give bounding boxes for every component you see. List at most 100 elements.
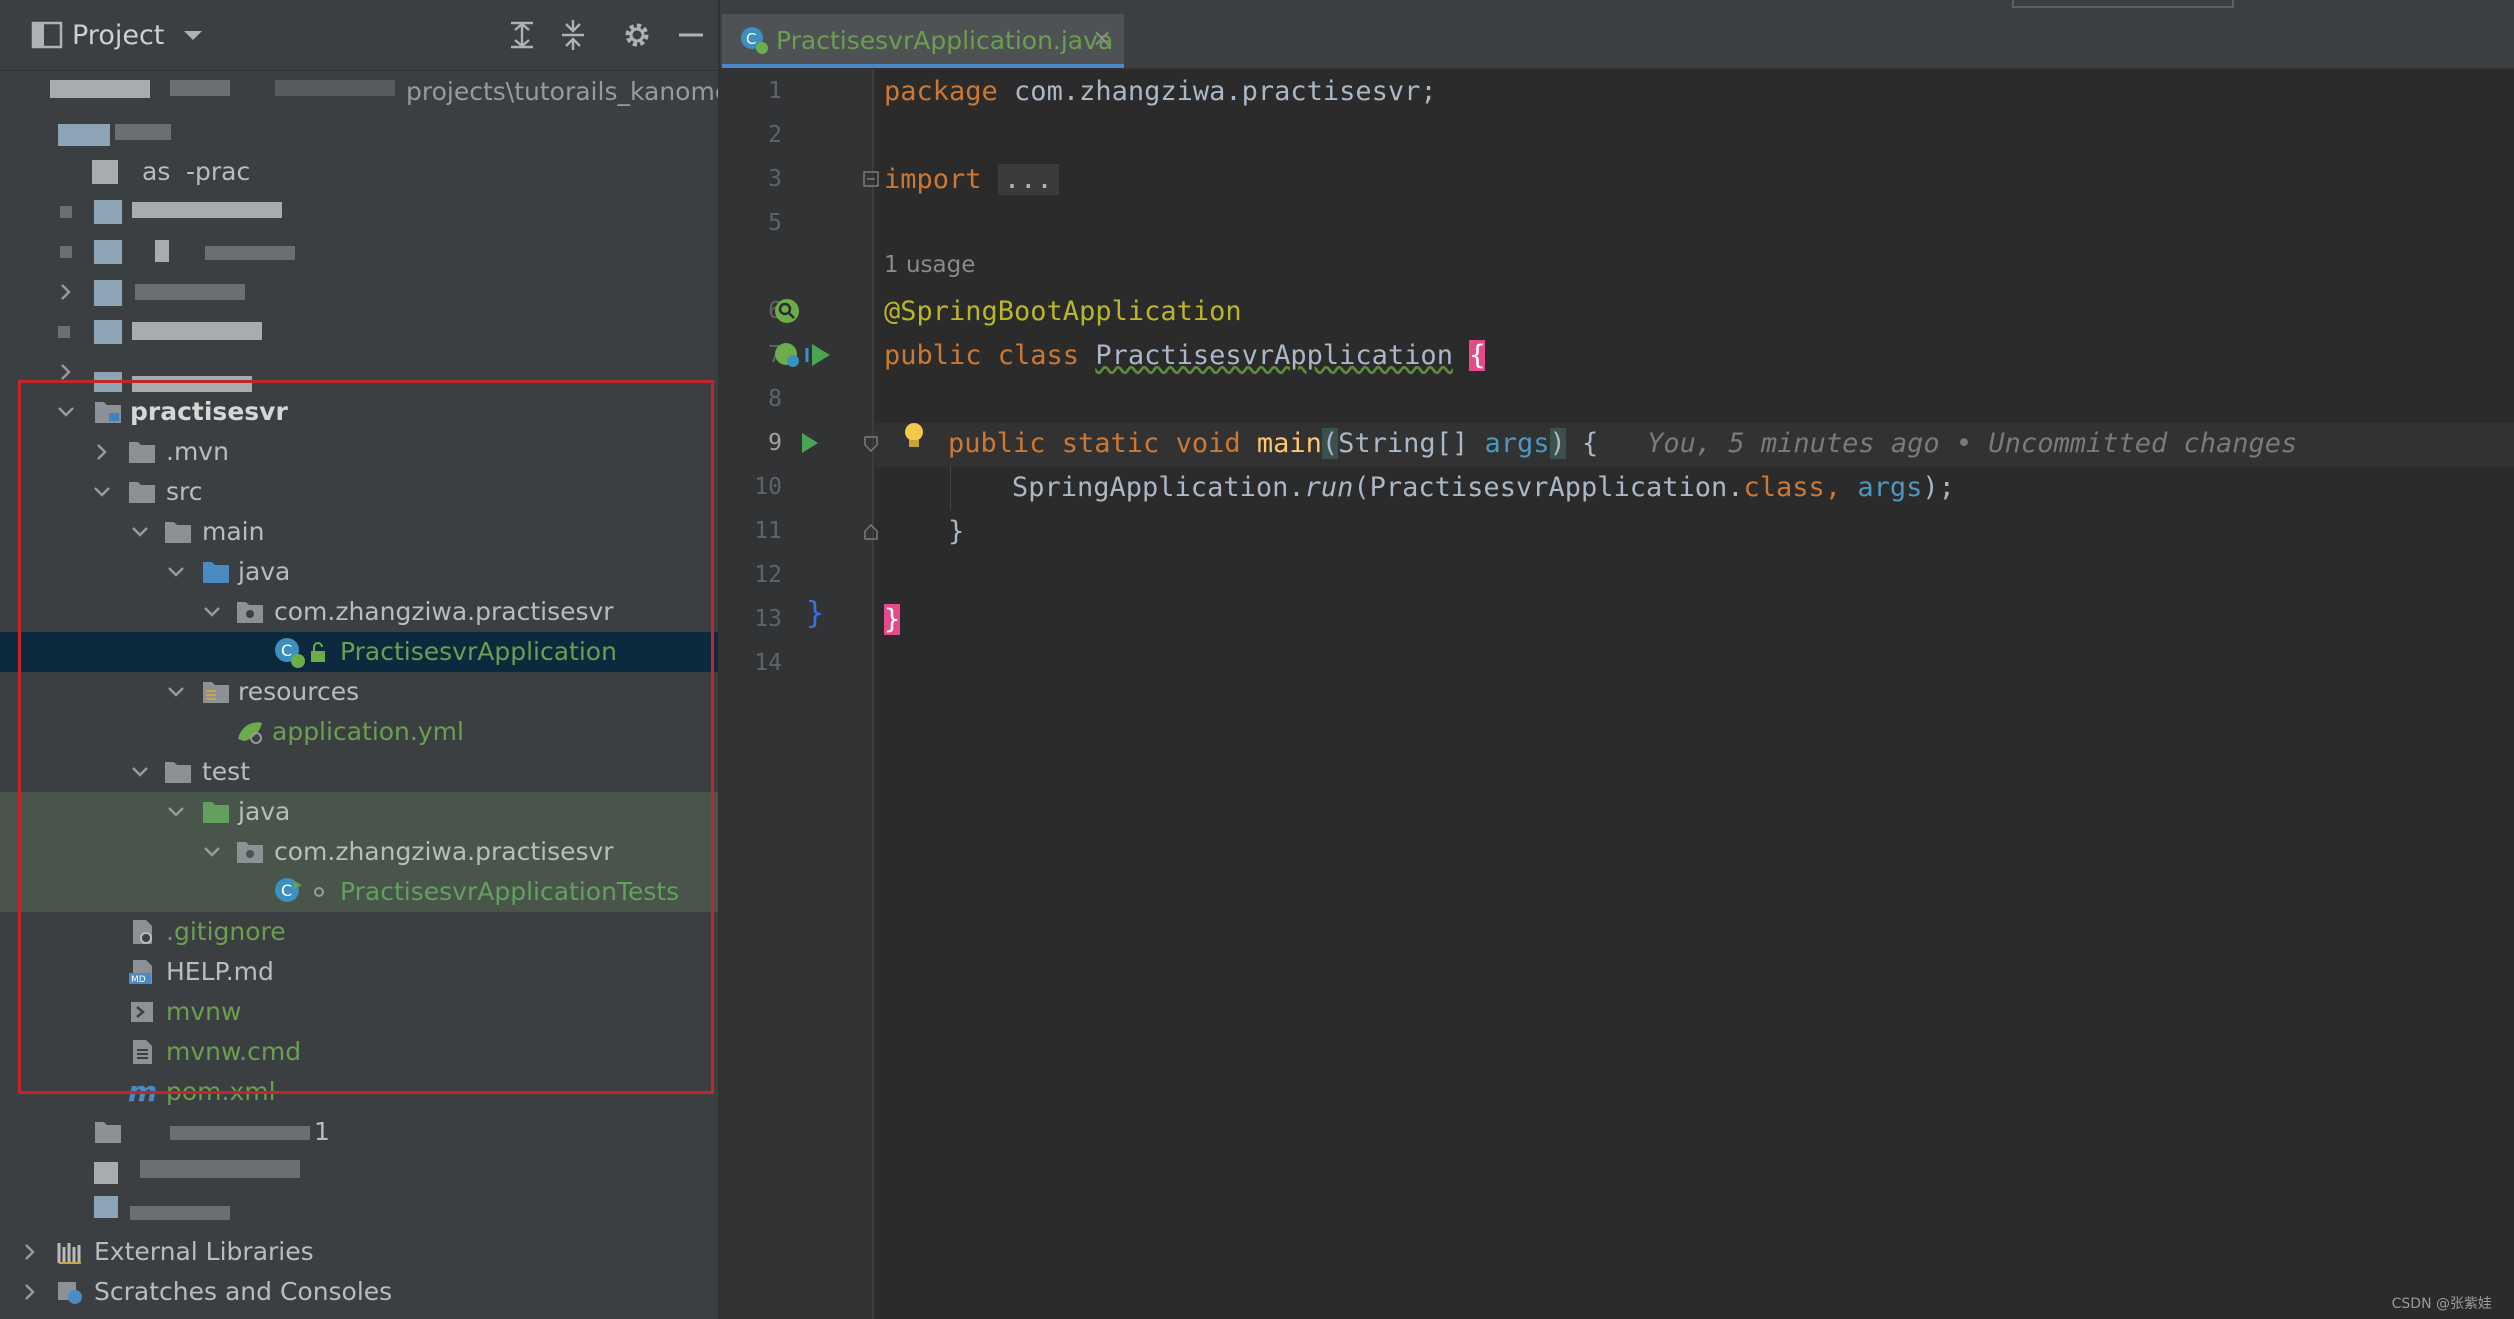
tree-row-mvnw[interactable]: mvnw xyxy=(0,992,718,1032)
redacted-text xyxy=(132,202,282,218)
run-icon[interactable] xyxy=(794,428,824,458)
tree-row-blurred-prac[interactable]: as -prac xyxy=(0,152,718,192)
run-icon[interactable] xyxy=(804,340,834,370)
libraries-icon xyxy=(57,1243,81,1264)
test-class-icon: C xyxy=(275,878,302,902)
chevron-down-icon[interactable] xyxy=(128,760,152,784)
tree-row-blurred[interactable]: 1 xyxy=(0,1112,718,1152)
project-tool-window: Project projects\tutorails_kanomok as -p… xyxy=(0,0,720,1319)
lock-icon xyxy=(311,642,325,662)
code-line-6[interactable]: @SpringBootApplication xyxy=(884,290,1242,334)
hide-panel-icon[interactable] xyxy=(674,18,708,52)
fold-icon[interactable] xyxy=(862,522,882,542)
editor-tab[interactable]: C PractisesvrApplication.java × xyxy=(722,14,1124,68)
fold-icon[interactable] xyxy=(862,434,882,454)
tree-row-mvnw-cmd[interactable]: mvnw.cmd xyxy=(0,1032,718,1072)
tree-row-mvn[interactable]: .mvn xyxy=(0,432,718,472)
tree-row-blurred[interactable] xyxy=(0,312,718,352)
code-line-3[interactable]: import ... xyxy=(884,158,1059,202)
tree-row-blurred[interactable] xyxy=(0,232,718,272)
tree-row-help-md[interactable]: MD HELP.md xyxy=(0,952,718,992)
folder-icon xyxy=(129,442,155,463)
chevron-down-icon[interactable] xyxy=(164,680,188,704)
tree-row-blurred[interactable] xyxy=(0,1152,718,1192)
spring-bean-icon[interactable] xyxy=(772,296,802,326)
code-line-7[interactable]: public class PractisesvrApplication { xyxy=(884,334,1486,378)
panel-title[interactable]: Project xyxy=(72,20,164,51)
project-panel-header: Project xyxy=(0,0,718,71)
tree-row-root[interactable]: projects\tutorails_kanomok xyxy=(0,72,718,112)
tree-row-blurred[interactable] xyxy=(0,112,718,152)
tree-row-resources[interactable]: resources xyxy=(0,672,718,712)
tree-label: .mvn xyxy=(166,437,229,466)
chevron-down-icon[interactable] xyxy=(164,560,188,584)
code-line-10[interactable]: SpringApplication.run(PractisesvrApplica… xyxy=(1012,466,1955,510)
package-name: com.zhangziwa.practisesvr; xyxy=(997,76,1437,107)
redacted-icon xyxy=(94,1196,118,1218)
tree-row-src[interactable]: src xyxy=(0,472,718,512)
tree-row-test-java[interactable]: java xyxy=(0,792,718,832)
tree-row-practisesvr[interactable]: practisesvr xyxy=(0,392,718,432)
class-ref: (PractisesvrApplication. xyxy=(1353,472,1744,503)
tree-row-gitignore[interactable]: .gitignore xyxy=(0,912,718,952)
chevron-right-icon[interactable] xyxy=(18,1280,42,1304)
tree-row-java[interactable]: java xyxy=(0,552,718,592)
tree-row-scratches[interactable]: Scratches and Consoles xyxy=(0,1272,718,1312)
ignore-file-icon xyxy=(133,920,152,944)
chevron-down-icon[interactable] xyxy=(200,600,224,624)
toolbar-widget[interactable] xyxy=(2012,0,2234,8)
chevron-down-icon[interactable] xyxy=(90,480,114,504)
fold-icon[interactable] xyxy=(862,170,882,190)
project-view-icon[interactable] xyxy=(30,18,64,52)
chevron-right-icon[interactable] xyxy=(54,360,78,384)
gear-icon[interactable] xyxy=(620,18,654,52)
code-line-11[interactable]: } xyxy=(948,510,964,554)
tree-row-main[interactable]: main xyxy=(0,512,718,552)
spring-boot-class-icon: C xyxy=(275,638,305,668)
redacted-label: -prac xyxy=(186,157,251,186)
tree-row-blurred[interactable] xyxy=(0,1192,718,1232)
chevron-right-icon[interactable] xyxy=(54,280,78,304)
code-editor[interactable]: C PractisesvrApplication.java × 1 2 3 5 … xyxy=(720,0,2514,1319)
line-number: 3 xyxy=(768,166,782,192)
chevron-right-icon[interactable] xyxy=(90,440,114,464)
tree-row-blurred[interactable] xyxy=(0,192,718,232)
lightbulb-icon[interactable] xyxy=(900,420,928,452)
svg-text:C: C xyxy=(746,30,756,48)
redacted-text xyxy=(140,1160,300,1178)
tree-label: java xyxy=(238,797,291,826)
chevron-down-icon[interactable] xyxy=(200,840,224,864)
tree-row-application-yml[interactable]: application.yml xyxy=(0,712,718,752)
tree-row-blurred[interactable] xyxy=(0,352,718,392)
package-icon xyxy=(237,602,263,623)
chevron-down-icon[interactable] xyxy=(54,400,78,424)
tree-row-test[interactable]: test xyxy=(0,752,718,792)
code-line-13[interactable]: } xyxy=(884,598,901,642)
code-line-9[interactable]: public static void main(String[] args) {… xyxy=(948,422,2297,466)
folded-imports[interactable]: ... xyxy=(997,164,1059,195)
line-number: 13 xyxy=(754,606,782,632)
shell-script-icon xyxy=(131,1002,153,1022)
code-line-1[interactable]: package com.zhangziwa.practisesvr; xyxy=(884,70,1437,114)
chevron-right-icon[interactable] xyxy=(18,1240,42,1264)
redacted-text xyxy=(170,80,230,96)
tree-row-pom-xml[interactable]: m pom.xml xyxy=(0,1072,718,1112)
close-icon[interactable]: × xyxy=(1092,24,1112,52)
usage-hint[interactable]: 1 usage xyxy=(884,252,975,278)
redacted-icon xyxy=(60,246,72,258)
redacted-text xyxy=(132,322,262,340)
redacted-text xyxy=(130,1206,230,1220)
tree-row-test-class[interactable]: C PractisesvrApplicationTests xyxy=(0,872,718,912)
chevron-down-icon[interactable] xyxy=(176,18,210,52)
expand-all-icon[interactable] xyxy=(505,18,539,52)
chevron-down-icon[interactable] xyxy=(164,800,188,824)
collapse-all-icon[interactable] xyxy=(556,18,590,52)
tree-row-blurred[interactable] xyxy=(0,272,718,312)
tree-row-test-package[interactable]: com.zhangziwa.practisesvr xyxy=(0,832,718,872)
watermark: CSDN @张紫娃 xyxy=(2391,1296,2492,1312)
chevron-down-icon[interactable] xyxy=(128,520,152,544)
tree-row-external-libraries[interactable]: External Libraries xyxy=(0,1232,718,1272)
spring-bean-icon[interactable] xyxy=(772,340,802,370)
tree-row-package[interactable]: com.zhangziwa.practisesvr xyxy=(0,592,718,632)
tree-row-app-class[interactable]: C PractisesvrApplication xyxy=(0,632,718,672)
